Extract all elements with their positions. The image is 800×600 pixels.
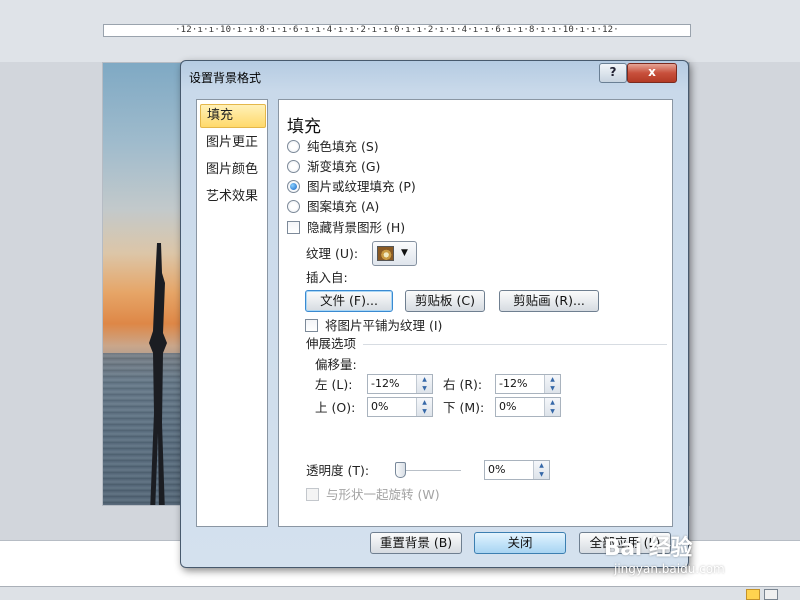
panel-title: 填充 <box>287 117 321 137</box>
spin-down-icon[interactable]: ▼ <box>417 407 432 416</box>
insert-from-label: 插入自: <box>306 270 348 285</box>
pattern-fill-label: 图案填充 (A) <box>307 199 380 214</box>
offset-right-value: -12% <box>499 377 528 390</box>
spin-up-icon[interactable]: ▲ <box>417 398 432 407</box>
slide-sorter-icon[interactable] <box>764 589 778 600</box>
radio-icon <box>287 160 300 173</box>
offset-bottom-label: 下 (M): <box>443 400 485 415</box>
radio-icon <box>287 200 300 213</box>
rotate-with-shape-checkbox: 与形状一起旋转 (W) <box>306 487 440 503</box>
texture-label: 纹理 (U): <box>306 246 359 261</box>
person-silhouette-image <box>149 243 167 505</box>
offset-top-value: 0% <box>371 400 389 413</box>
horizontal-ruler: ·12·ı·ı·10·ı·ı·8·ı·ı·6·ı·ı·4·ı·ı·2·ı·ı·0… <box>103 24 691 37</box>
gradient-fill-label: 渐变填充 (G) <box>307 159 381 174</box>
transparency-value: 0% <box>488 463 506 476</box>
help-button[interactable]: ? <box>599 63 627 83</box>
nav-item-picture-color[interactable]: 图片颜色 <box>200 158 266 182</box>
spin-down-icon[interactable]: ▼ <box>545 384 560 393</box>
watermark-logo-text: Bai 经验 <box>604 536 692 561</box>
watermark-url: jingyan.baidu.com <box>614 562 725 576</box>
checkbox-icon <box>306 488 319 501</box>
normal-view-icon[interactable] <box>746 589 760 600</box>
offset-bottom-value: 0% <box>499 400 517 413</box>
dropdown-arrow-icon: ▼ <box>401 248 408 258</box>
status-bar <box>0 586 800 600</box>
format-background-dialog: 设置背景格式 ? x 填充 图片更正 图片颜色 艺术效果 填充 纯色填充 (S)… <box>180 60 689 568</box>
spin-down-icon[interactable]: ▼ <box>545 407 560 416</box>
dialog-title: 设置背景格式 <box>189 71 262 85</box>
radio-selected-icon <box>287 180 300 193</box>
spin-buttons[interactable]: ▲ ▼ <box>544 398 560 416</box>
texture-dropdown[interactable]: ▼ <box>372 241 417 266</box>
wood-texture-icon <box>377 246 394 261</box>
spin-up-icon[interactable]: ▲ <box>417 375 432 384</box>
hide-background-graphics-label: 隐藏背景图形 (H) <box>307 220 406 235</box>
spin-buttons[interactable]: ▲ ▼ <box>416 398 432 416</box>
offset-bottom-spinner[interactable]: 0% ▲ ▼ <box>495 397 561 417</box>
solid-fill-label: 纯色填充 (S) <box>307 139 379 154</box>
spin-up-icon[interactable]: ▲ <box>534 461 549 470</box>
offset-top-label: 上 (O): <box>315 400 356 415</box>
section-divider <box>363 344 667 345</box>
offset-right-spinner[interactable]: -12% ▲ ▼ <box>495 374 561 394</box>
checkbox-icon <box>305 319 318 332</box>
spin-up-icon[interactable]: ▲ <box>545 375 560 384</box>
gradient-fill-radio[interactable]: 渐变填充 (G) <box>287 159 380 175</box>
transparency-slider-thumb[interactable] <box>395 462 406 478</box>
tile-picture-label: 将图片平铺为纹理 (I) <box>325 318 443 333</box>
solid-fill-radio[interactable]: 纯色填充 (S) <box>287 139 379 155</box>
nav-item-fill[interactable]: 填充 <box>200 104 266 128</box>
tile-picture-checkbox[interactable]: 将图片平铺为纹理 (I) <box>305 318 442 334</box>
offset-left-label: 左 (L): <box>315 377 353 392</box>
spin-buttons[interactable]: ▲ ▼ <box>533 461 549 479</box>
offset-left-value: -12% <box>371 377 400 390</box>
fill-panel: 填充 纯色填充 (S) 渐变填充 (G) 图片或纹理填充 (P) 图案填充 (A… <box>278 99 673 527</box>
offset-right-label: 右 (R): <box>443 377 483 392</box>
spin-down-icon[interactable]: ▼ <box>417 384 432 393</box>
spin-buttons[interactable]: ▲ ▼ <box>416 375 432 393</box>
nav-item-picture-corrections[interactable]: 图片更正 <box>200 131 266 155</box>
baidu-jingyan-watermark: Bai 经验 jingyan.baidu.com <box>604 518 764 588</box>
spin-buttons[interactable]: ▲ ▼ <box>544 375 560 393</box>
insert-clipboard-button[interactable]: 剪贴板 (C) <box>405 290 485 312</box>
offsets-label: 偏移量: <box>315 357 357 372</box>
close-icon[interactable]: x <box>627 63 677 83</box>
picture-texture-fill-radio[interactable]: 图片或纹理填充 (P) <box>287 179 416 195</box>
rotate-with-shape-label: 与形状一起旋转 (W) <box>326 487 440 502</box>
offset-top-spinner[interactable]: 0% ▲ ▼ <box>367 397 433 417</box>
insert-file-button[interactable]: 文件 (F)... <box>305 290 393 312</box>
offset-left-spinner[interactable]: -12% ▲ ▼ <box>367 374 433 394</box>
spin-down-icon[interactable]: ▼ <box>534 470 549 479</box>
category-nav: 填充 图片更正 图片颜色 艺术效果 <box>196 99 268 527</box>
close-button[interactable]: 关闭 <box>474 532 566 554</box>
transparency-slider-track[interactable] <box>399 470 461 472</box>
insert-clipart-button[interactable]: 剪贴画 (R)... <box>499 290 599 312</box>
radio-icon <box>287 140 300 153</box>
stretch-options-label: 伸展选项 <box>306 336 357 351</box>
pattern-fill-radio[interactable]: 图案填充 (A) <box>287 199 379 215</box>
picture-texture-fill-label: 图片或纹理填充 (P) <box>307 179 416 194</box>
transparency-spinner[interactable]: 0% ▲ ▼ <box>484 460 550 480</box>
spin-up-icon[interactable]: ▲ <box>545 398 560 407</box>
hide-background-graphics-checkbox[interactable]: 隐藏背景图形 (H) <box>287 220 405 236</box>
transparency-label: 透明度 (T): <box>306 463 370 478</box>
nav-item-artistic-effects[interactable]: 艺术效果 <box>200 185 266 209</box>
checkbox-icon <box>287 221 300 234</box>
reset-background-button[interactable]: 重置背景 (B) <box>370 532 462 554</box>
